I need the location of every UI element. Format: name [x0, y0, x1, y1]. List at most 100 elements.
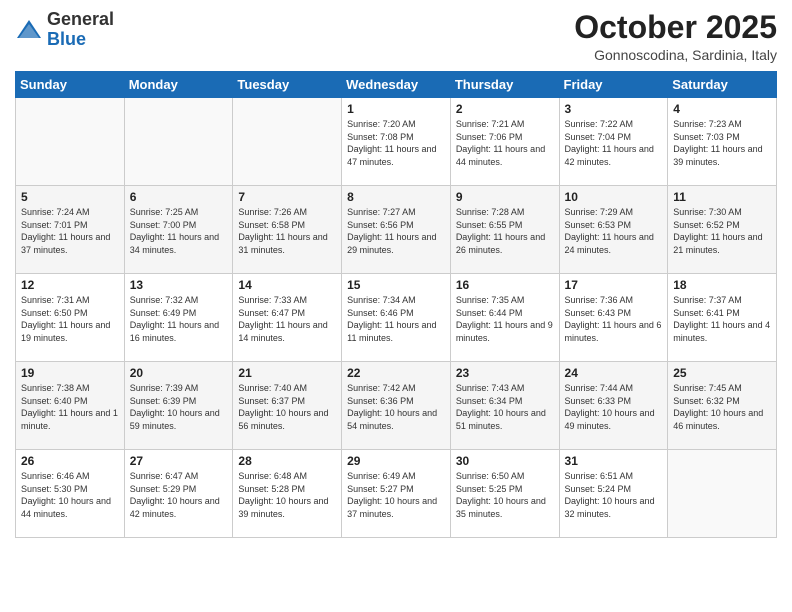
- logo-blue: Blue: [47, 29, 86, 49]
- day-number: 2: [456, 102, 554, 116]
- day-info: Sunrise: 7:35 AM Sunset: 6:44 PM Dayligh…: [456, 294, 554, 344]
- day-number: 22: [347, 366, 445, 380]
- table-row: 5 Sunrise: 7:24 AM Sunset: 7:01 PM Daylig…: [16, 186, 125, 274]
- col-wednesday: Wednesday: [342, 72, 451, 98]
- day-number: 1: [347, 102, 445, 116]
- day-info: Sunrise: 6:49 AM Sunset: 5:27 PM Dayligh…: [347, 470, 445, 520]
- title-block: October 2025 Gonnoscodina, Sardinia, Ita…: [574, 10, 777, 63]
- table-row: 9 Sunrise: 7:28 AM Sunset: 6:55 PM Daylig…: [450, 186, 559, 274]
- table-row: 20Sunrise: 7:39 AM Sunset: 6:39 PM Dayli…: [124, 362, 233, 450]
- col-monday: Monday: [124, 72, 233, 98]
- day-number: 5: [21, 190, 119, 204]
- day-info: Sunrise: 7:25 AM Sunset: 7:00 PM Dayligh…: [130, 206, 228, 256]
- day-number: 3: [565, 102, 663, 116]
- day-number: 27: [130, 454, 228, 468]
- table-row: 29Sunrise: 6:49 AM Sunset: 5:27 PM Dayli…: [342, 450, 451, 538]
- col-friday: Friday: [559, 72, 668, 98]
- table-row: 26 Sunrise: 6:46 AM Sunset: 5:30 PM Dayli…: [16, 450, 125, 538]
- table-row: 23Sunrise: 7:43 AM Sunset: 6:34 PM Dayli…: [450, 362, 559, 450]
- table-row: 24Sunrise: 7:44 AM Sunset: 6:33 PM Dayli…: [559, 362, 668, 450]
- day-number: 26: [21, 454, 119, 468]
- day-info: Sunrise: 7:36 AM Sunset: 6:43 PM Dayligh…: [565, 294, 663, 344]
- location: Gonnoscodina, Sardinia, Italy: [574, 47, 777, 63]
- day-info: Sunrise: 7:29 AM Sunset: 6:53 PM Dayligh…: [565, 206, 663, 256]
- day-number: 9: [456, 190, 554, 204]
- table-row: 18 Sunrise: 7:37 AM Sunset: 6:41 PM Dayli…: [668, 274, 777, 362]
- table-row: 3 Sunrise: 7:22 AM Sunset: 7:04 PM Daylig…: [559, 98, 668, 186]
- day-number: 18: [673, 278, 771, 292]
- table-row: 17 Sunrise: 7:36 AM Sunset: 6:43 PM Dayli…: [559, 274, 668, 362]
- calendar-table: Sunday Monday Tuesday Wednesday Thursday…: [15, 71, 777, 538]
- day-info: Sunrise: 7:26 AM Sunset: 6:58 PM Dayligh…: [238, 206, 336, 256]
- day-number: 25: [673, 366, 771, 380]
- table-row: 14 Sunrise: 7:33 AM Sunset: 6:47 PM Dayli…: [233, 274, 342, 362]
- day-info: Sunrise: 7:22 AM Sunset: 7:04 PM Dayligh…: [565, 118, 663, 168]
- day-number: 6: [130, 190, 228, 204]
- day-info: Sunrise: 6:51 AM Sunset: 5:24 PM Dayligh…: [565, 470, 663, 520]
- calendar-header-row: Sunday Monday Tuesday Wednesday Thursday…: [16, 72, 777, 98]
- logo: General Blue: [15, 10, 114, 50]
- table-row: [233, 98, 342, 186]
- day-number: 30: [456, 454, 554, 468]
- table-row: 12 Sunrise: 7:31 AM Sunset: 6:50 PM Dayli…: [16, 274, 125, 362]
- day-number: 12: [21, 278, 119, 292]
- table-row: 8 Sunrise: 7:27 AM Sunset: 6:56 PM Daylig…: [342, 186, 451, 274]
- day-info: Sunrise: 7:42 AM Sunset: 6:36 PM Dayligh…: [347, 382, 445, 432]
- day-info: Sunrise: 7:23 AM Sunset: 7:03 PM Dayligh…: [673, 118, 771, 168]
- logo-general: General: [47, 9, 114, 29]
- calendar-week-row: 12 Sunrise: 7:31 AM Sunset: 6:50 PM Dayli…: [16, 274, 777, 362]
- day-info: Sunrise: 6:50 AM Sunset: 5:25 PM Dayligh…: [456, 470, 554, 520]
- table-row: 2Sunrise: 7:21 AM Sunset: 7:06 PM Daylig…: [450, 98, 559, 186]
- day-info: Sunrise: 7:45 AM Sunset: 6:32 PM Dayligh…: [673, 382, 771, 432]
- col-tuesday: Tuesday: [233, 72, 342, 98]
- day-info: Sunrise: 7:40 AM Sunset: 6:37 PM Dayligh…: [238, 382, 336, 432]
- day-info: Sunrise: 7:31 AM Sunset: 6:50 PM Dayligh…: [21, 294, 119, 344]
- table-row: 4 Sunrise: 7:23 AM Sunset: 7:03 PM Daylig…: [668, 98, 777, 186]
- day-info: Sunrise: 7:27 AM Sunset: 6:56 PM Dayligh…: [347, 206, 445, 256]
- calendar-week-row: 26 Sunrise: 6:46 AM Sunset: 5:30 PM Dayli…: [16, 450, 777, 538]
- calendar-week-row: 19 Sunrise: 7:38 AM Sunset: 6:40 PM Dayli…: [16, 362, 777, 450]
- table-row: [16, 98, 125, 186]
- day-info: Sunrise: 7:24 AM Sunset: 7:01 PM Dayligh…: [21, 206, 119, 256]
- logo-text: General Blue: [47, 10, 114, 50]
- day-number: 14: [238, 278, 336, 292]
- col-saturday: Saturday: [668, 72, 777, 98]
- table-row: 6 Sunrise: 7:25 AM Sunset: 7:00 PM Daylig…: [124, 186, 233, 274]
- day-number: 8: [347, 190, 445, 204]
- table-row: 25 Sunrise: 7:45 AM Sunset: 6:32 PM Dayli…: [668, 362, 777, 450]
- day-number: 23: [456, 366, 554, 380]
- day-number: 10: [565, 190, 663, 204]
- day-number: 13: [130, 278, 228, 292]
- day-number: 19: [21, 366, 119, 380]
- day-number: 11: [673, 190, 771, 204]
- table-row: 1 Sunrise: 7:20 AM Sunset: 7:08 PM Daylig…: [342, 98, 451, 186]
- table-row: [124, 98, 233, 186]
- day-info: Sunrise: 7:33 AM Sunset: 6:47 PM Dayligh…: [238, 294, 336, 344]
- table-row: 27Sunrise: 6:47 AM Sunset: 5:29 PM Dayli…: [124, 450, 233, 538]
- table-row: [668, 450, 777, 538]
- col-sunday: Sunday: [16, 72, 125, 98]
- logo-icon: [15, 16, 43, 44]
- table-row: 15 Sunrise: 7:34 AM Sunset: 6:46 PM Dayli…: [342, 274, 451, 362]
- table-row: 22 Sunrise: 7:42 AM Sunset: 6:36 PM Dayli…: [342, 362, 451, 450]
- day-info: Sunrise: 7:37 AM Sunset: 6:41 PM Dayligh…: [673, 294, 771, 344]
- day-number: 15: [347, 278, 445, 292]
- day-info: Sunrise: 7:20 AM Sunset: 7:08 PM Dayligh…: [347, 118, 445, 168]
- day-number: 7: [238, 190, 336, 204]
- day-number: 17: [565, 278, 663, 292]
- day-info: Sunrise: 7:34 AM Sunset: 6:46 PM Dayligh…: [347, 294, 445, 344]
- table-row: 10 Sunrise: 7:29 AM Sunset: 6:53 PM Dayli…: [559, 186, 668, 274]
- day-info: Sunrise: 6:46 AM Sunset: 5:30 PM Dayligh…: [21, 470, 119, 520]
- day-info: Sunrise: 7:30 AM Sunset: 6:52 PM Dayligh…: [673, 206, 771, 256]
- table-row: 16 Sunrise: 7:35 AM Sunset: 6:44 PM Dayli…: [450, 274, 559, 362]
- day-number: 4: [673, 102, 771, 116]
- day-number: 16: [456, 278, 554, 292]
- day-info: Sunrise: 7:38 AM Sunset: 6:40 PM Dayligh…: [21, 382, 119, 432]
- day-number: 20: [130, 366, 228, 380]
- day-info: Sunrise: 7:44 AM Sunset: 6:33 PM Dayligh…: [565, 382, 663, 432]
- table-row: 21Sunrise: 7:40 AM Sunset: 6:37 PM Dayli…: [233, 362, 342, 450]
- table-row: 7 Sunrise: 7:26 AM Sunset: 6:58 PM Daylig…: [233, 186, 342, 274]
- day-info: Sunrise: 7:28 AM Sunset: 6:55 PM Dayligh…: [456, 206, 554, 256]
- calendar-week-row: 1 Sunrise: 7:20 AM Sunset: 7:08 PM Daylig…: [16, 98, 777, 186]
- table-row: 13Sunrise: 7:32 AM Sunset: 6:49 PM Dayli…: [124, 274, 233, 362]
